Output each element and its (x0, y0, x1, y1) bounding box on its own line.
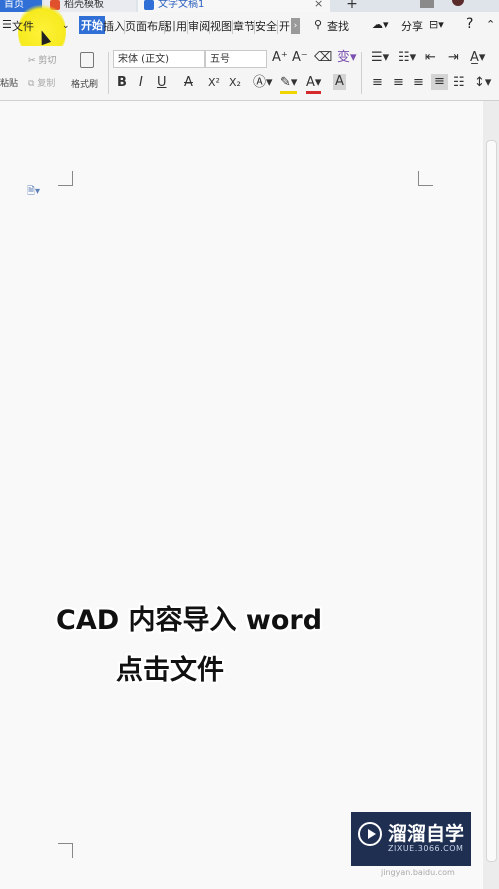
scrollbar-thumb[interactable] (486, 140, 497, 862)
paragraph-options-icon[interactable]: 🗎▾ (27, 184, 40, 201)
font-name-select[interactable]: 宋体 (正文) (113, 50, 205, 68)
bold-button[interactable]: B (117, 75, 127, 91)
increase-indent-icon[interactable]: ⇥ (448, 50, 459, 66)
tab-templates-label: 稻壳模板 (64, 0, 104, 10)
logo-subtitle: ZIXUE.3066.COM (388, 844, 464, 853)
page-margin-corner (58, 171, 73, 186)
paste-button[interactable]: 粘贴 (0, 76, 18, 89)
collapse-ribbon-icon[interactable]: ⌃ (486, 18, 495, 31)
document-icon (144, 0, 154, 10)
tab-security[interactable]: 安全 (255, 18, 277, 34)
tab-page-layout[interactable]: 页面布局 (125, 18, 169, 34)
chinese-layout-icon[interactable]: A̲▾ (470, 50, 485, 66)
font-size-select[interactable]: 五号 (205, 50, 267, 68)
text-effect-icon[interactable]: Ⓐ▾ (253, 75, 273, 91)
line-spacing-icon[interactable]: ↕▾ (474, 75, 491, 91)
tab-document[interactable]: 文字文稿1 × (138, 0, 330, 12)
caption-line-2: 点击文件 (116, 655, 224, 686)
tab-more[interactable]: 开 (279, 18, 290, 34)
chevron-down-icon[interactable]: ⌄ (62, 21, 70, 31)
justify-icon[interactable]: ≡ (431, 74, 448, 90)
more-options-icon[interactable]: ⊟▾ (429, 18, 444, 31)
cut-label: 剪切 (38, 56, 57, 66)
file-menu[interactable]: 文件 (12, 18, 34, 34)
tab-view[interactable]: 视图 (210, 18, 232, 34)
watermark-text: jingyan.baidu.com (381, 868, 455, 877)
subscript-button[interactable]: X₂ (229, 75, 241, 91)
tab-references[interactable]: 引用 (165, 18, 187, 34)
search-menu[interactable]: 查找 (327, 18, 349, 34)
superscript-button[interactable]: X² (208, 75, 220, 91)
italic-button[interactable]: I (139, 75, 143, 91)
page-margin-corner (58, 843, 73, 858)
page-margin-corner (418, 171, 433, 186)
distributed-icon[interactable]: ☷ (453, 75, 465, 91)
divider (277, 20, 278, 34)
font-shrink-button[interactable]: A⁻ (292, 50, 308, 66)
format-painter-button[interactable]: 格式刷 (71, 77, 98, 90)
underline-button[interactable]: U (157, 75, 167, 91)
help-button[interactable]: ? (466, 16, 473, 32)
close-tab-icon[interactable]: × (314, 0, 323, 9)
new-tab-button[interactable]: + (332, 0, 372, 12)
play-icon (358, 822, 382, 846)
decrease-indent-icon[interactable]: ⇤ (425, 50, 436, 66)
caption-line-1: CAD 内容导入 word (56, 605, 323, 636)
tab-insert[interactable]: 插入 (103, 18, 125, 34)
more-tabs-icon[interactable]: › (291, 18, 300, 34)
tab-review[interactable]: 审阅 (188, 18, 210, 34)
tab-chapter[interactable]: 章节 (233, 18, 255, 34)
copy-icon: ⧉ (28, 79, 38, 89)
cut-button[interactable]: ✂ 剪切 (28, 53, 56, 66)
align-left-icon[interactable]: ≡ (372, 75, 383, 91)
char-shading-icon[interactable]: A (333, 74, 346, 90)
settings-icon[interactable] (420, 0, 434, 8)
logo-title: 溜溜自学 (388, 823, 465, 845)
align-center-icon[interactable]: ≡ (393, 75, 404, 91)
format-painter-icon (80, 52, 94, 68)
scissors-icon: ✂ (28, 56, 39, 66)
copy-label: 复制 (37, 79, 56, 89)
bullet-list-icon[interactable]: ☰▾ (371, 50, 389, 66)
align-right-icon[interactable]: ≡ (413, 75, 424, 91)
tab-start[interactable]: 开始 (79, 16, 105, 34)
eraser-icon[interactable]: ⌫ (314, 50, 332, 66)
font-color-icon[interactable]: A▾ (306, 75, 322, 94)
highlight-icon[interactable]: ✎▾ (280, 75, 298, 94)
tab-document-label: 文字文稿1 (158, 0, 205, 10)
document-page[interactable] (0, 101, 483, 889)
divider (108, 52, 109, 94)
share-menu[interactable]: 分享 (401, 18, 423, 34)
cloud-icon[interactable]: ☁▾ (372, 18, 389, 31)
font-grow-button[interactable]: A⁺ (272, 50, 288, 66)
strikethrough-button[interactable]: A (184, 75, 193, 91)
numbered-list-icon[interactable]: ☷▾ (398, 50, 416, 66)
search-icon[interactable]: ⚲ (314, 18, 322, 31)
copy-button[interactable]: ⧉ 复制 (28, 76, 55, 89)
hamburger-icon[interactable]: ☰ (2, 18, 12, 31)
phonetic-icon[interactable]: 变▾ (337, 50, 357, 66)
divider (361, 52, 362, 94)
